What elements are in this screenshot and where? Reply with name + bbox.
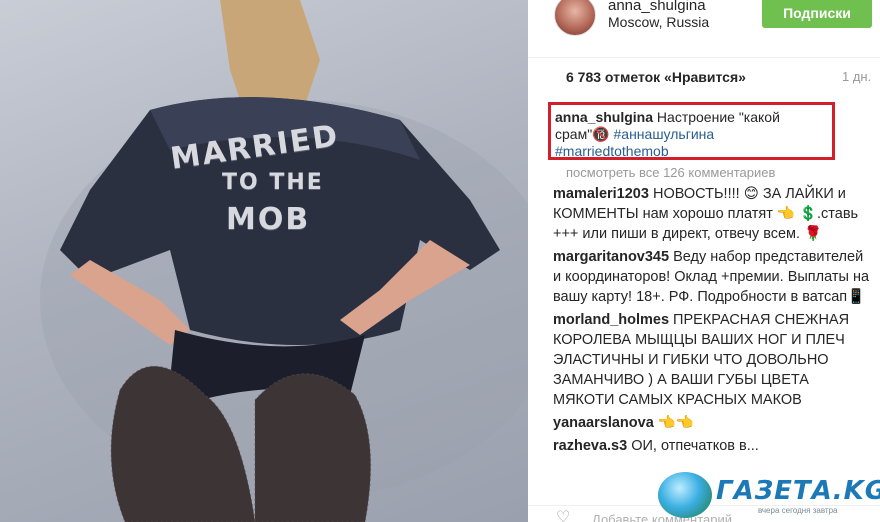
comment-text: 👈👈	[653, 415, 694, 431]
site-watermark: ГАЗЕТА.KG вчера сегодня завтра	[658, 470, 880, 522]
post-caption: anna_shulgina Настроение "какой срам"🔞 #…	[555, 109, 833, 160]
photo-illustration	[40, 0, 528, 522]
comment-username[interactable]: margaritanov345	[553, 249, 669, 265]
post-time[interactable]: 1 дн.	[842, 69, 871, 84]
comment: razheva.s3 ОИ, отпечатков в...	[553, 436, 873, 456]
comment-username[interactable]: mamaleri1203	[553, 186, 649, 202]
post-header: anna_shulgina Moscow, Russia Подписки	[528, 0, 880, 58]
caption-highlight: anna_shulgina Настроение "какой срам"🔞 #…	[548, 102, 835, 160]
view-all-comments-link[interactable]: посмотреть все 126 комментариев	[566, 165, 775, 180]
comment: yanaarslanova 👈👈	[553, 413, 873, 433]
comment-username[interactable]: yanaarslanova	[553, 415, 654, 431]
follow-button[interactable]: Подписки	[762, 0, 872, 28]
hashtag-link[interactable]: #аннашульгина	[614, 126, 715, 142]
post-sidebar: anna_shulgina Moscow, Russia Подписки 6 …	[528, 0, 880, 522]
caption-username[interactable]: anna_shulgina	[555, 109, 653, 125]
comment-text: ОИ, отпечатков в...	[627, 438, 759, 454]
header-username[interactable]: anna_shulgina	[608, 0, 706, 14]
likes-count[interactable]: 6 783 отметок «Нравится»	[566, 69, 746, 85]
post-photo[interactable]: MARRIED TO THE MOB	[0, 0, 528, 522]
comment-list: mamaleri1203 НОВОСТЬ!!!! 😊 ЗА ЛАЙКИ и КО…	[553, 184, 873, 459]
avatar[interactable]	[554, 0, 596, 36]
comment: mamaleri1203 НОВОСТЬ!!!! 😊 ЗА ЛАЙКИ и КО…	[553, 184, 873, 244]
globe-logo-icon	[658, 472, 712, 518]
header-location[interactable]: Moscow, Russia	[608, 14, 709, 30]
comment-username[interactable]: morland_holmes	[553, 312, 669, 328]
heart-icon[interactable]: ♡	[556, 510, 570, 522]
comment: morland_holmes ПРЕКРАСНАЯ СНЕЖНАЯ КОРОЛЕ…	[553, 310, 873, 410]
watermark-tagline: вчера сегодня завтра	[758, 506, 838, 515]
watermark-brand: ГАЗЕТА.KG	[716, 476, 880, 506]
comment: margaritanov345 Веду набор представителе…	[553, 247, 873, 307]
comment-username[interactable]: razheva.s3	[553, 438, 627, 454]
hashtag-link[interactable]: #marriedtothemob	[555, 143, 669, 159]
